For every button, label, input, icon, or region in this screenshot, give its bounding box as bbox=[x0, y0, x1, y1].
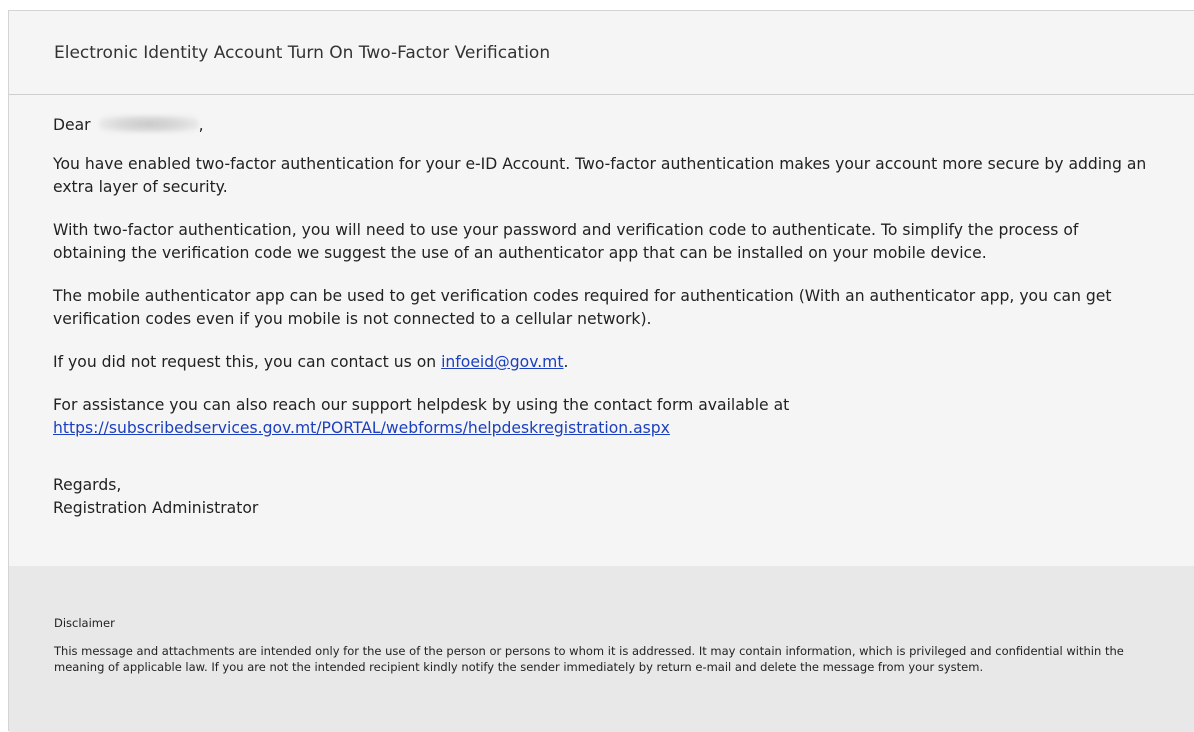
greeting-suffix: , bbox=[198, 116, 204, 134]
regards-text: Regards, bbox=[53, 476, 122, 494]
signoff: Regards, Registration Administrator bbox=[53, 474, 1154, 520]
disclaimer-section: Disclaimer This message and attachments … bbox=[9, 566, 1194, 732]
disclaimer-title: Disclaimer bbox=[54, 616, 115, 630]
greeting: Dear, bbox=[53, 114, 1154, 137]
paragraph-password-and-code: With two-factor authentication, you will… bbox=[53, 221, 1079, 262]
email-body: Dear, You have enabled two-factor authen… bbox=[9, 95, 1194, 582]
signature-text: Registration Administrator bbox=[53, 499, 259, 517]
assistance-text: For assistance you can also reach our su… bbox=[53, 396, 790, 414]
contact-email-link[interactable]: infoeid@gov.mt bbox=[441, 353, 563, 371]
contact-text: If you did not request this, you can con… bbox=[53, 353, 437, 371]
paragraph-contact: If you did not request this, you can con… bbox=[53, 351, 1154, 374]
greeting-prefix: Dear bbox=[53, 116, 91, 134]
helpdesk-url-link[interactable]: https://subscribedservices.gov.mt/PORTAL… bbox=[53, 419, 670, 437]
contact-suffix: . bbox=[563, 353, 569, 371]
email-header: Electronic Identity Account Turn On Two-… bbox=[9, 11, 1194, 95]
redacted-recipient-name bbox=[98, 115, 199, 133]
email-subject: Electronic Identity Account Turn On Two-… bbox=[54, 42, 551, 63]
paragraph-assistance: For assistance you can also reach our su… bbox=[53, 394, 1154, 440]
paragraph-authenticator-app: The mobile authenticator app can be used… bbox=[53, 287, 1112, 328]
email-container: Electronic Identity Account Turn On Two-… bbox=[8, 10, 1194, 732]
disclaimer-text: This message and attachments are intende… bbox=[54, 644, 1124, 674]
paragraph-two-factor-enabled: You have enabled two-factor authenticati… bbox=[53, 155, 1147, 196]
